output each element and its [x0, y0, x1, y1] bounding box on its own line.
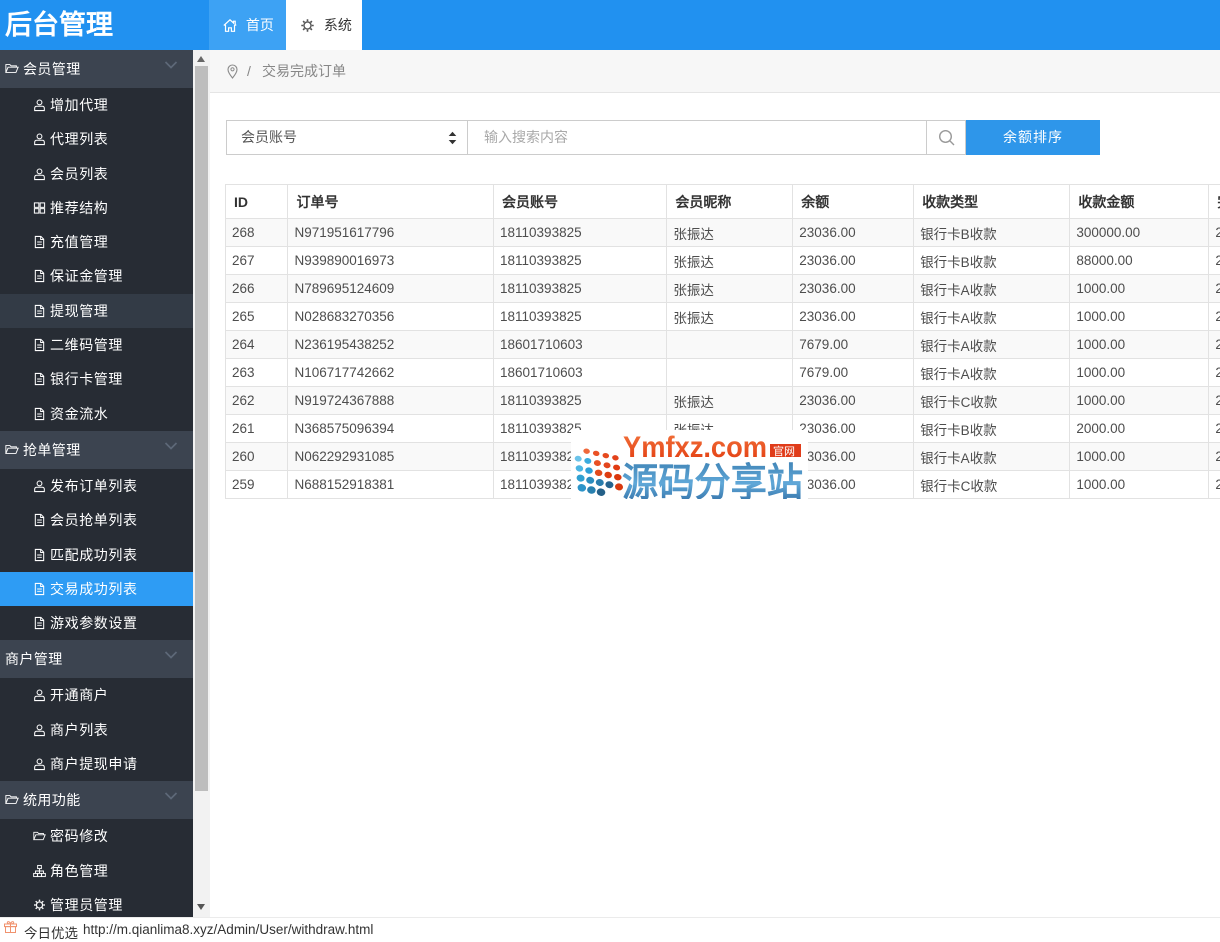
svg-text:源码分享站: 源码分享站 — [622, 462, 803, 499]
svg-text:官网: 官网 — [773, 444, 795, 458]
svg-text:Ymfxz.com: Ymfxz.com — [623, 431, 767, 464]
